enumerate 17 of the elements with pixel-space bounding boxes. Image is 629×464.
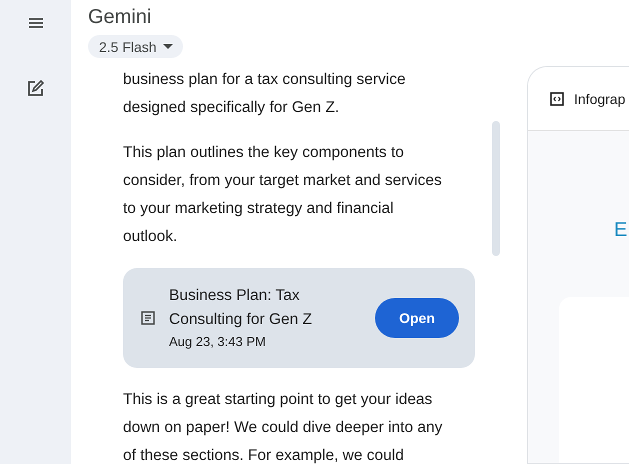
menu-icon[interactable] [28,18,42,28]
open-button[interactable]: Open [375,298,459,338]
model-selector[interactable]: 2.5 Flash [88,35,183,58]
app-title: Gemini [88,5,152,29]
edit-icon[interactable] [27,80,44,97]
chat-paragraph: This is a great starting point to get your ideas down on paper! We could dive deeper into any of these sections. For example, we could [123,390,444,464]
chat-paragraph: This plan outlines the key components to consider, from your target market and services to your marketing strategy and financial outlook. [123,143,443,247]
chat-paragraph: business plan for a tax consulting service designed specifically for Gen Z. [123,70,407,118]
caret-icon [162,44,173,49]
scrollbar[interactable] [492,121,500,256]
document-timestamp: Aug 23, 3:43 PM [169,333,267,351]
panel-tab-title: Infograp [574,90,626,106]
document-title: Business Plan: Tax Consulting for Gen Z [169,286,314,330]
code-icon [550,92,564,106]
document-icon [141,311,155,325]
document-card[interactable]: Business Plan: Tax Consulting for Gen Z Aug 23, 3:43 PM Open [123,268,475,368]
panel-heading: E [614,219,628,242]
